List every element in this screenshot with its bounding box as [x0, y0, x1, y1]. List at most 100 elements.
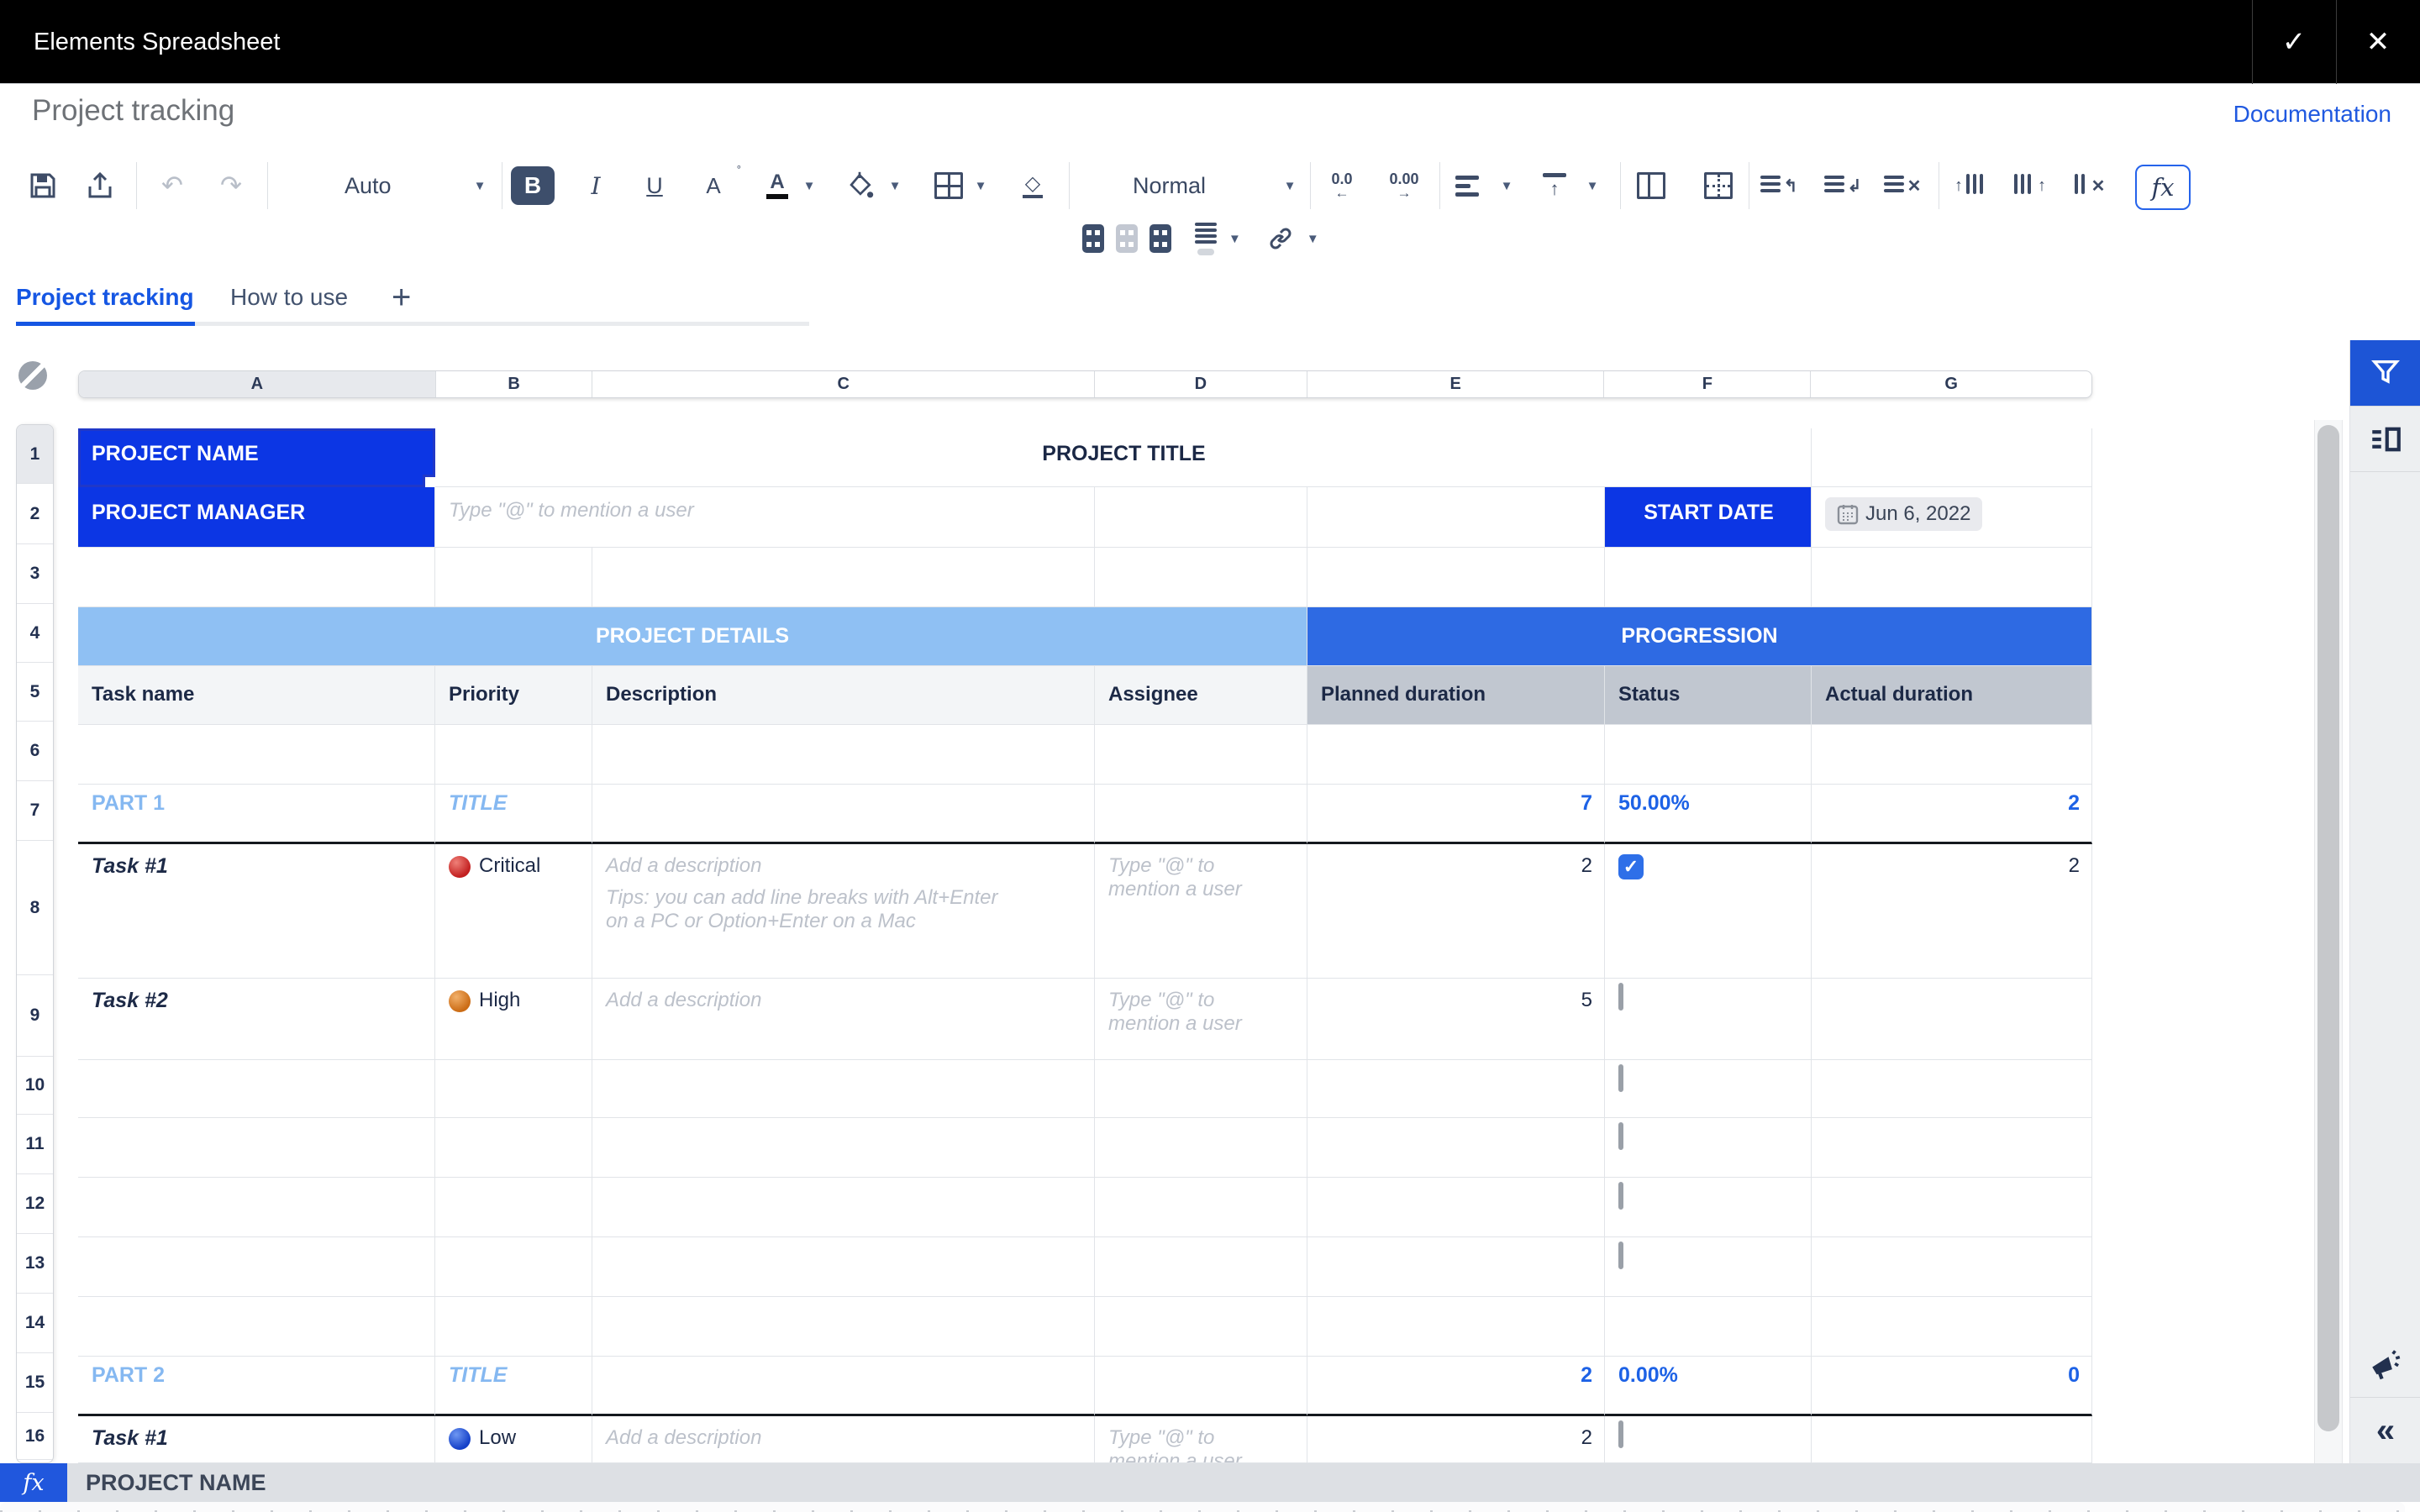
- header-assignee[interactable]: Assignee: [1095, 666, 1307, 725]
- grid-cell[interactable]: [592, 725, 1095, 785]
- row-header[interactable]: 5: [17, 663, 53, 722]
- grid-cell[interactable]: [592, 1297, 1095, 1357]
- chevron-down-icon[interactable]: ▼: [886, 166, 904, 205]
- cell-task1-status[interactable]: ✓: [1605, 844, 1812, 979]
- grid-cell[interactable]: [78, 1237, 435, 1297]
- grid-cell[interactable]: [592, 1118, 1095, 1178]
- select-all-icon[interactable]: [18, 361, 47, 390]
- grid-cell[interactable]: [78, 1297, 435, 1357]
- grid-cell[interactable]: [1307, 1178, 1605, 1237]
- cell-part1-planned[interactable]: 7: [1307, 785, 1605, 844]
- decrease-decimal-icon[interactable]: 0.0←: [1319, 166, 1365, 205]
- column-header-g[interactable]: G: [1811, 371, 2091, 397]
- header-status[interactable]: Status: [1605, 666, 1812, 725]
- row-header[interactable]: 3: [17, 544, 53, 604]
- delete-row-icon[interactable]: ✕: [1883, 166, 1922, 205]
- row-header[interactable]: 15: [17, 1353, 53, 1413]
- cell-task1-planned[interactable]: 2: [1307, 844, 1605, 979]
- cell-task2-planned[interactable]: 5: [1307, 979, 1605, 1060]
- grid-cell[interactable]: [435, 1118, 592, 1178]
- grid-cell[interactable]: [78, 1060, 435, 1118]
- horizontal-align-icon[interactable]: [1455, 166, 1482, 205]
- header-task-name[interactable]: Task name: [78, 666, 435, 725]
- column-header-a[interactable]: A: [79, 371, 436, 397]
- banner-progression[interactable]: PROGRESSION: [1307, 607, 2092, 666]
- grid-cell[interactable]: [1095, 785, 1307, 844]
- cell-task3-description[interactable]: Add a description: [592, 1416, 1095, 1463]
- underline-button[interactable]: U: [635, 166, 674, 205]
- borders-icon[interactable]: [929, 166, 968, 205]
- grid-cell[interactable]: [1095, 1297, 1307, 1357]
- grid-cell[interactable]: [1812, 548, 2092, 607]
- insert-row-below-icon[interactable]: ↲: [1823, 166, 1862, 205]
- redo-icon[interactable]: ↷: [212, 166, 250, 205]
- add-sheet-button[interactable]: +: [392, 279, 411, 317]
- grid-cell[interactable]: [1095, 1118, 1307, 1178]
- cell-project-title[interactable]: PROJECT TITLE: [435, 428, 1812, 487]
- cell-manager-placeholder[interactable]: Type "@" to mention a user: [435, 487, 1095, 548]
- grid-cell[interactable]: [1812, 1416, 2092, 1463]
- cell-part1-title[interactable]: TITLE: [435, 785, 592, 844]
- cell-part2[interactable]: PART 2: [78, 1357, 435, 1416]
- row-header[interactable]: 4: [17, 604, 53, 663]
- chevron-down-icon[interactable]: ▼: [1307, 232, 1319, 246]
- insert-row-above-icon[interactable]: ↰: [1760, 166, 1798, 205]
- grid-cell[interactable]: [435, 1178, 592, 1237]
- grid-cell[interactable]: [435, 1297, 592, 1357]
- status-checkbox[interactable]: [1618, 1122, 1623, 1150]
- cell-part1[interactable]: PART 1: [78, 785, 435, 844]
- grid-cell[interactable]: [1307, 725, 1605, 785]
- header-planned-duration[interactable]: Planned duration: [1307, 666, 1605, 725]
- grid-cell[interactable]: [592, 548, 1095, 607]
- row-header[interactable]: 1: [17, 425, 53, 484]
- side-panel-button[interactable]: [2350, 406, 2420, 471]
- cell-task3-status[interactable]: [1605, 1416, 1812, 1463]
- status-checkbox[interactable]: [1618, 1182, 1623, 1210]
- cell-task2-status[interactable]: [1605, 979, 1812, 1060]
- row-header[interactable]: 12: [17, 1174, 53, 1234]
- grid-cell[interactable]: [1095, 1357, 1307, 1416]
- close-button[interactable]: ✕: [2336, 0, 2419, 84]
- share-icon[interactable]: [81, 166, 119, 205]
- cell-a2-project-manager[interactable]: PROJECT MANAGER: [78, 487, 435, 548]
- grid-cell[interactable]: [1307, 1118, 1605, 1178]
- row-header[interactable]: 6: [17, 722, 53, 781]
- cell-part2-title[interactable]: TITLE: [435, 1357, 592, 1416]
- cell-part1-status[interactable]: 50.00%: [1605, 785, 1812, 844]
- grid-cell[interactable]: [1605, 548, 1812, 607]
- cell-task1-name[interactable]: Task #1: [78, 844, 435, 979]
- chevron-down-icon[interactable]: ▼: [1583, 166, 1602, 205]
- status-checkbox[interactable]: [1618, 1242, 1623, 1269]
- grid-cell[interactable]: [1095, 725, 1307, 785]
- cell-task3-planned[interactable]: 2: [1307, 1416, 1605, 1463]
- column-header-e[interactable]: E: [1307, 371, 1605, 397]
- grid-cell[interactable]: [1307, 1060, 1605, 1118]
- row-header[interactable]: 13: [17, 1234, 53, 1294]
- row-header[interactable]: 9: [17, 975, 53, 1057]
- row-header[interactable]: 2: [17, 484, 53, 544]
- grid-cell[interactable]: [1095, 1237, 1307, 1297]
- grid-cell[interactable]: [1095, 1178, 1307, 1237]
- grid-cell[interactable]: [1095, 1060, 1307, 1118]
- clear-format-icon[interactable]: ◇: [1013, 166, 1052, 205]
- save-icon[interactable]: [24, 166, 62, 205]
- insert-column-right-icon[interactable]: ↑: [2011, 166, 2049, 205]
- status-cell[interactable]: [1605, 1237, 1812, 1297]
- collapse-sidebar-button[interactable]: «: [2350, 1398, 2420, 1463]
- cell-task3-name[interactable]: Task #1: [78, 1416, 435, 1463]
- grid-cell[interactable]: [1812, 1178, 2092, 1237]
- font-size-select[interactable]: Auto: [345, 166, 392, 205]
- filter-button[interactable]: [2350, 340, 2420, 406]
- cell-part1-actual[interactable]: 2: [1812, 785, 2092, 844]
- vertical-scrollbar[interactable]: [2314, 420, 2343, 1463]
- header-priority[interactable]: Priority: [435, 666, 592, 725]
- scrollbar-thumb[interactable]: [2317, 425, 2339, 1431]
- cell-start-date-value[interactable]: Jun 6, 2022: [1812, 487, 2092, 548]
- cell-task3-assignee[interactable]: Type "@" to mention a user: [1095, 1416, 1307, 1463]
- cell-task1-actual[interactable]: 2: [1812, 844, 2092, 979]
- cell-task2-priority[interactable]: High: [435, 979, 592, 1060]
- column-header-b[interactable]: B: [436, 371, 593, 397]
- status-checkbox[interactable]: [1618, 1420, 1623, 1448]
- cell-task2-assignee[interactable]: Type "@" to mention a user: [1095, 979, 1307, 1060]
- row-header[interactable]: 14: [17, 1294, 53, 1353]
